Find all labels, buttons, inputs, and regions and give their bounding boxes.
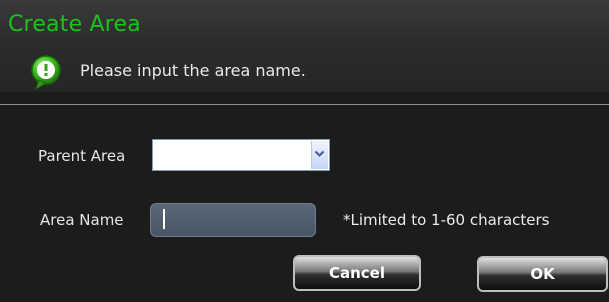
ok-button[interactable]: OK — [477, 256, 608, 292]
info-bubble-icon — [30, 55, 64, 91]
text-caret — [163, 209, 165, 229]
area-name-limit-hint: *Limited to 1-60 characters — [343, 211, 550, 229]
cancel-button[interactable]: Cancel — [293, 255, 421, 291]
area-name-label: Area Name — [40, 211, 124, 229]
parent-area-label: Parent Area — [38, 147, 126, 165]
parent-area-select[interactable] — [152, 139, 330, 171]
create-area-dialog: Create Area Please input the area name. — [0, 0, 609, 302]
chevron-down-icon[interactable] — [311, 141, 328, 169]
area-name-input[interactable] — [150, 203, 316, 237]
dialog-hint: Please input the area name. — [80, 61, 306, 80]
dialog-title: Create Area — [8, 12, 141, 37]
header-divider — [0, 104, 609, 105]
dialog-header: Create Area Please input the area name. — [0, 0, 609, 92]
